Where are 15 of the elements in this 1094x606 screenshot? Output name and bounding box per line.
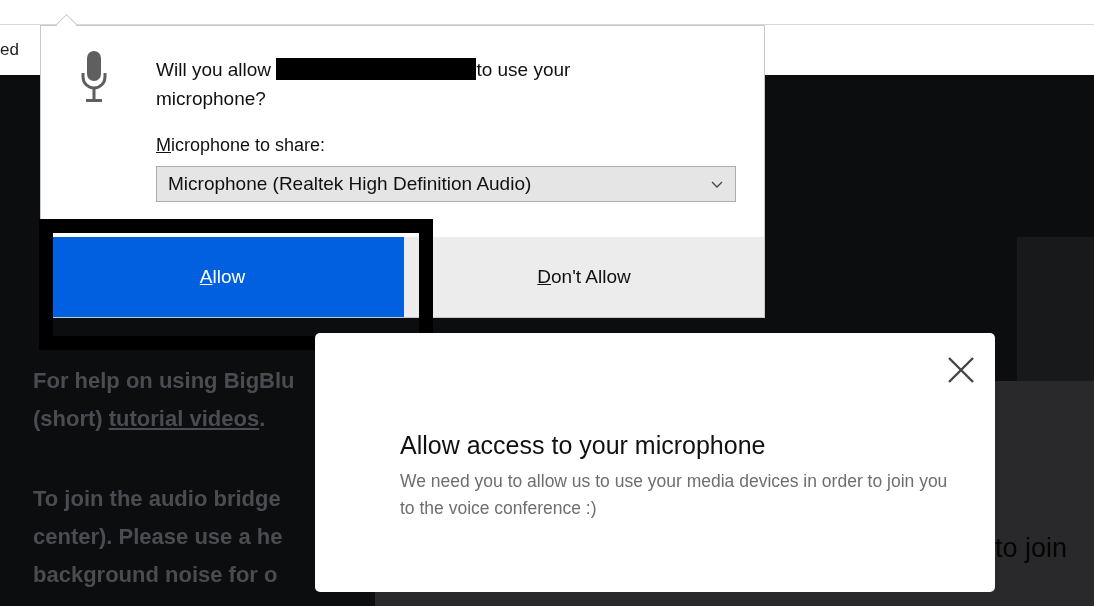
help-text: To join the audio bridge <box>33 485 281 513</box>
device-label: Microphone to share: <box>156 135 327 156</box>
close-icon[interactable] <box>946 355 976 385</box>
device-dropdown[interactable]: Microphone (Realtek High Definition Audio) <box>156 166 736 202</box>
modal-title: Allow access to your microphone <box>400 431 767 460</box>
help-text: For help on using BigBlu <box>33 367 295 395</box>
modal-text: We need you to allow us to use your media devices in order to join you to the voice conference :) <box>400 470 949 520</box>
help-text: center). Please use a he <box>33 523 283 551</box>
permission-button[interactable]: Don't Allow <box>404 237 764 317</box>
help-text: background noise for o <box>33 561 278 589</box>
chevron-icon <box>711 180 723 188</box>
toolbar-text: ed <box>0 40 19 59</box>
permission-question: Will you allow to use your microphone? <box>156 57 572 111</box>
microphone-icon <box>81 51 107 105</box>
help-text: (short) tutorial videos. <box>33 405 266 433</box>
